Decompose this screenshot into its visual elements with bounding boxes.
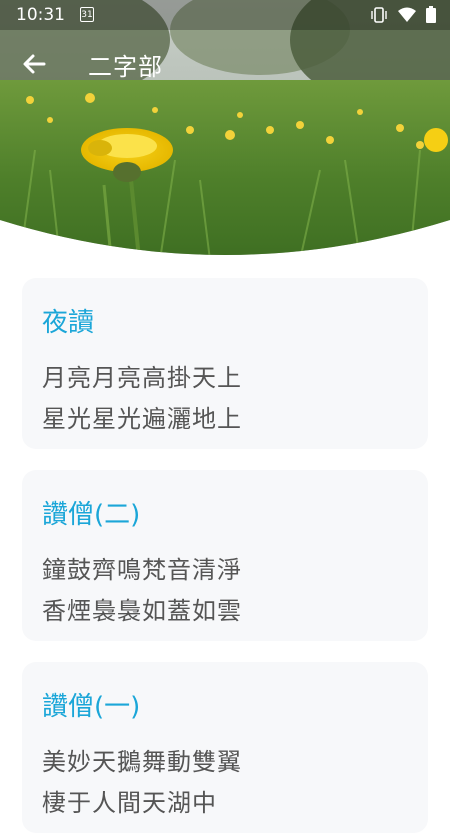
arrow-left-icon: [23, 54, 46, 74]
wifi-icon: [398, 7, 416, 22]
status-bar: 10:31 31: [0, 0, 450, 30]
poem-line: 鐘鼓齊鳴梵音清淨: [42, 556, 242, 584]
poem-card[interactable]: 夜讀 月亮月亮高掛天上 星光星光遍灑地上: [22, 278, 428, 449]
battery-icon: [426, 6, 436, 23]
poem-title: 讚僧(一): [42, 692, 141, 722]
poem-card[interactable]: 讚僧(二) 鐘鼓齊鳴梵音清淨 香煙裊裊如蓋如雲: [22, 470, 428, 641]
page-title: 二字部: [88, 53, 163, 81]
poem-title: 讚僧(二): [42, 500, 141, 530]
poem-card[interactable]: 讚僧(一) 美妙天鵝舞動雙翼 棲于人間天湖中: [22, 662, 428, 833]
app-bar: 二字部: [0, 30, 450, 96]
poem-line: 香煙裊裊如蓋如雲: [42, 597, 242, 625]
status-time: 10:31: [16, 5, 65, 25]
poem-line: 棲于人間天湖中: [42, 789, 217, 817]
poem-line: 星光星光遍灑地上: [42, 405, 242, 433]
poem-title: 夜讀: [42, 308, 95, 338]
status-icons: [370, 6, 436, 23]
calendar-notification-icon: 31: [80, 7, 94, 22]
poem-line: 月亮月亮高掛天上: [42, 364, 242, 392]
poem-line: 美妙天鵝舞動雙翼: [42, 748, 242, 776]
vibrate-icon: [371, 6, 387, 23]
back-button[interactable]: [18, 48, 50, 80]
